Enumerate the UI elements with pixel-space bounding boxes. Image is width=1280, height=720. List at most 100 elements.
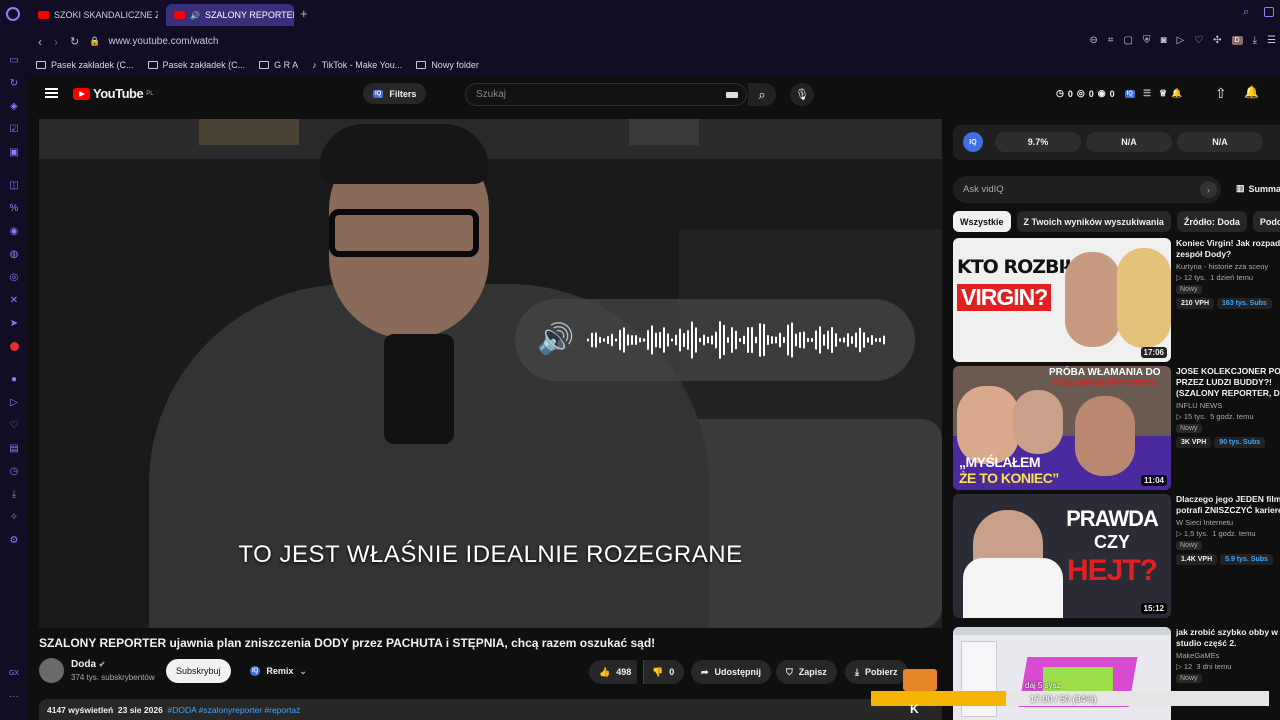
camera-icon[interactable]: ◙ bbox=[1160, 35, 1166, 46]
download-button[interactable]: ⤓ Pobierz bbox=[845, 660, 908, 684]
tab-2-active[interactable]: 🔊 SZALONY REPORTER ujawnia... bbox=[166, 4, 294, 26]
recommendation-channel[interactable]: INFLU NEWS bbox=[1176, 401, 1280, 410]
video-thumbnail[interactable]: KTO ROZBIŁ VIRGIN? 17:06 bbox=[953, 238, 1171, 362]
menu-icon[interactable] bbox=[1264, 7, 1274, 17]
tv-icon[interactable]: ▭ bbox=[0, 49, 28, 72]
gx-icon[interactable]: GX bbox=[0, 662, 28, 685]
channel-avatar[interactable] bbox=[39, 658, 64, 683]
recommendation-3[interactable]: PRAWDA CZY HEJT? 15:12 Dlaczego jego JED… bbox=[953, 494, 1280, 618]
search-box[interactable]: Szukaj bbox=[465, 83, 747, 106]
history-icon[interactable]: ◷ bbox=[0, 460, 28, 483]
heart-outline-icon[interactable]: ♡ bbox=[1194, 35, 1203, 46]
recommendation-1[interactable]: KTO ROZBIŁ VIRGIN? 17:06 Koniec Virgin! … bbox=[953, 238, 1280, 362]
recommendation-4[interactable]: jak zrobić szybko obby w r studio część … bbox=[953, 627, 1280, 720]
recommendation-2[interactable]: PRÓBA WŁAMANIA DO SZALONEGO REPORTERA! „… bbox=[953, 366, 1280, 490]
vidiq-logo-icon[interactable]: IQ bbox=[963, 132, 983, 152]
music-icon[interactable]: ● bbox=[0, 368, 28, 391]
voice-search-button[interactable]: 🎙 bbox=[790, 83, 814, 106]
search-input[interactable]: Szukaj bbox=[476, 89, 506, 100]
recommendation-title[interactable]: jak zrobić szybko obby w r bbox=[1176, 627, 1280, 638]
url-field[interactable]: www.youtube.com/watch bbox=[108, 36, 218, 47]
notifications-icon[interactable]: 🔔 bbox=[1244, 85, 1259, 99]
share-button[interactable]: ➦ Udostępnij bbox=[691, 660, 772, 684]
video-thumbnail[interactable]: PRÓBA WŁAMANIA DO SZALONEGO REPORTERA! „… bbox=[953, 366, 1171, 490]
play-icon[interactable]: ▷ bbox=[1176, 35, 1184, 46]
remix-button[interactable]: IQ Remix ⌄ bbox=[240, 659, 317, 683]
chip-all[interactable]: Wszystkie bbox=[953, 211, 1011, 232]
easy-setup-icon[interactable]: ☰ bbox=[1267, 35, 1276, 46]
tab-icon[interactable]: ▢ bbox=[1123, 35, 1132, 46]
instagram-icon[interactable]: ◎ bbox=[0, 266, 28, 289]
hamburger-icon[interactable] bbox=[45, 88, 58, 98]
recommendation-title[interactable]: PRZEZ LUDZI BUDDY?! bbox=[1176, 377, 1280, 388]
upload-icon[interactable]: ⇧ bbox=[1215, 85, 1227, 102]
messenger-icon[interactable]: ◉ bbox=[0, 220, 28, 243]
bookmark-3[interactable]: G R A bbox=[259, 60, 298, 70]
summary-button[interactable]: ▥ Summa bbox=[1236, 183, 1280, 194]
subscribe-button[interactable]: Subskrybuj bbox=[166, 659, 231, 683]
new-tab-icon[interactable]: + bbox=[300, 6, 308, 21]
twitch-icon[interactable]: ◫ bbox=[0, 174, 28, 197]
recommendation-channel[interactable]: W Sieci Internetu bbox=[1176, 518, 1280, 527]
bookmark-1[interactable]: Pasek zakładek (C... bbox=[36, 60, 134, 70]
recommendation-title[interactable]: JOSE KOLEKCJONER POBI bbox=[1176, 366, 1280, 377]
shield-icon[interactable]: ⛨ bbox=[1143, 35, 1151, 46]
trophy-icon[interactable]: ♕ bbox=[1159, 88, 1167, 99]
heart-icon[interactable]: ♡ bbox=[0, 414, 28, 437]
recommendation-title[interactable]: (SZALONY REPORTER, DIO bbox=[1176, 388, 1280, 399]
app-icon[interactable] bbox=[0, 335, 28, 358]
telegram-icon[interactable]: ➤ bbox=[0, 312, 28, 335]
hashtags[interactable]: #DODA #szalonyreporter #reportaż bbox=[168, 705, 301, 715]
bookmark-2[interactable]: Pasek zakładek (C... bbox=[147, 60, 245, 70]
reload-icon[interactable]: ↻ bbox=[70, 35, 79, 48]
refresh-ai-icon[interactable]: ↻ bbox=[0, 72, 28, 95]
recommendation-title[interactable]: zespół Dody? bbox=[1176, 249, 1280, 260]
bookmark-5[interactable]: Nowy folder bbox=[416, 60, 479, 70]
chip-related[interactable]: Podobn bbox=[1252, 211, 1280, 232]
video-thumbnail[interactable]: PRAWDA CZY HEJT? 15:12 bbox=[953, 494, 1171, 618]
extensions-icon[interactable]: ✧ bbox=[0, 506, 28, 529]
percent-icon[interactable]: % bbox=[0, 197, 28, 220]
channel-name-row[interactable]: Doda ✔ bbox=[71, 659, 105, 670]
wallet-icon[interactable]: ▤ bbox=[0, 437, 28, 460]
bell-alert-icon[interactable]: 🔔 bbox=[1171, 88, 1182, 99]
back-icon[interactable]: ‹ bbox=[38, 35, 42, 49]
opera-logo-icon[interactable] bbox=[6, 7, 20, 21]
save-button[interactable]: ⛉ Zapisz bbox=[776, 660, 837, 684]
channel-name[interactable]: Doda bbox=[71, 659, 96, 670]
forward-icon[interactable]: › bbox=[54, 35, 58, 49]
description-box[interactable]: 4147 wyświetleń 23 sie 2026 #DODA #szalo… bbox=[39, 699, 942, 720]
tab-1[interactable]: SZOKI SKANDALICZNE ZA... bbox=[30, 4, 158, 26]
bag-icon[interactable]: ◈ bbox=[0, 95, 28, 118]
zoom-icon[interactable]: ⊖ bbox=[1089, 35, 1097, 46]
video-thumbnail[interactable] bbox=[953, 627, 1171, 720]
download-tray-icon[interactable]: ⤓ bbox=[1253, 35, 1257, 46]
bookmark-4[interactable]: ♪ TikTok - Make You... bbox=[312, 60, 402, 70]
player-icon[interactable]: ▣ bbox=[0, 141, 28, 164]
search-button[interactable]: ⌕ bbox=[748, 83, 776, 106]
recommendation-title[interactable]: potrafi ZNISZCZYĆ karierę bbox=[1176, 505, 1280, 516]
vidiq-badge-icon[interactable]: IQ bbox=[1124, 89, 1135, 98]
recommendation-title[interactable]: Dlaczego jego JEDEN film bbox=[1176, 494, 1280, 505]
video-player[interactable]: 🔊 TO JEST WŁAŚNIE IDEALNIE ROZEGRANE bbox=[39, 119, 942, 628]
recommendation-channel[interactable]: MakeGaMEs bbox=[1176, 651, 1280, 660]
puzzle-icon[interactable]: ✣ bbox=[1213, 35, 1221, 46]
discord-icon[interactable]: ◍ bbox=[0, 243, 28, 266]
check-icon[interactable]: ☑ bbox=[0, 118, 28, 141]
recommendation-title[interactable]: Koniec Virgin! Jak rozpadł bbox=[1176, 238, 1280, 249]
chip-search-results[interactable]: Z Twoich wyników wyszukiwania bbox=[1016, 211, 1171, 232]
send-arrow-icon[interactable]: › bbox=[1200, 181, 1217, 198]
like-button[interactable]: 👍 498 bbox=[589, 660, 638, 684]
list-icon[interactable]: ☰ bbox=[1143, 88, 1151, 99]
settings-icon[interactable]: ⚙ bbox=[0, 529, 28, 552]
x-icon[interactable]: ✕ bbox=[0, 289, 28, 312]
youtube-logo[interactable]: YouTube PL bbox=[73, 86, 154, 101]
search-tabs-icon[interactable]: ⌕ bbox=[1243, 6, 1249, 19]
recommendation-title[interactable]: studio część 2. bbox=[1176, 638, 1280, 649]
download-icon[interactable]: ⤓ bbox=[0, 483, 28, 506]
keyboard-icon[interactable] bbox=[726, 92, 738, 98]
snapshot-icon[interactable]: ⌗ bbox=[1108, 35, 1114, 46]
more-icon[interactable]: ··· bbox=[0, 685, 28, 708]
recommendation-channel[interactable]: Kurtyna - historie zza sceny bbox=[1176, 262, 1280, 271]
chip-source[interactable]: Źródło: Doda bbox=[1176, 211, 1247, 232]
